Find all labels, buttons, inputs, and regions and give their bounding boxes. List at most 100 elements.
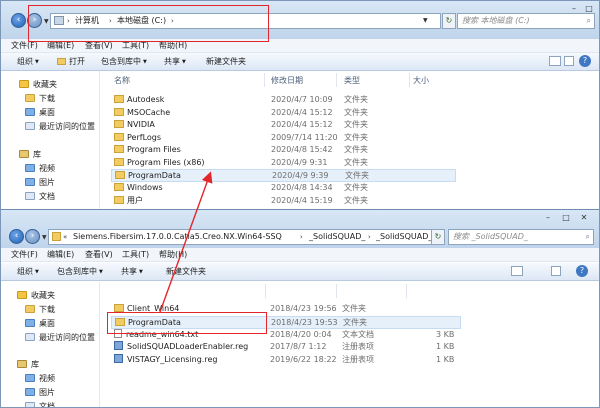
table-row[interactable]: 用户 2020/4/4 15:19 文件夹 [111, 195, 456, 207]
share-label: 共享 [164, 57, 180, 66]
table-row[interactable]: VISTAGY_Licensing.reg 2019/6/22 18:22 注册… [111, 354, 461, 366]
nav-documents[interactable]: 文档 [25, 401, 55, 407]
file-size: 1 KB [436, 355, 455, 364]
nav-downloads[interactable]: 下载 [25, 93, 55, 105]
table-row[interactable]: PerfLogs 2009/7/14 11:20 文件夹 [111, 132, 456, 144]
column-divider[interactable] [336, 284, 337, 298]
download-folder-icon [25, 94, 35, 102]
new-folder-button[interactable]: 新建文件夹 [166, 266, 206, 277]
table-row[interactable]: MSOCache 2020/4/4 15:12 文件夹 [111, 107, 456, 119]
file-name: 用户 [127, 196, 143, 205]
column-header-size[interactable]: 大小 [413, 75, 429, 87]
search-input[interactable]: 搜索 本地磁盘 (C:) ⌕ [457, 13, 595, 29]
open-button[interactable]: 打开 [57, 56, 85, 67]
help-icon[interactable]: ? [576, 265, 588, 277]
pictures-icon [25, 388, 35, 396]
table-row[interactable]: SolidSQUADLoaderEnabler.reg 2017/8/7 1:1… [111, 341, 461, 353]
new-folder-button[interactable]: 新建文件夹 [206, 56, 246, 67]
nav-desktop[interactable]: 桌面 [25, 318, 55, 330]
help-icon[interactable]: ? [579, 55, 591, 67]
menu-tools[interactable]: 工具(T) [122, 249, 149, 260]
table-row[interactable]: Program Files (x86) 2020/4/9 9:31 文件夹 [111, 157, 456, 169]
column-header-type[interactable]: 类型 [344, 75, 360, 87]
search-input[interactable]: 搜索 _SolidSQUAD_ ⌕ [448, 229, 594, 245]
organize-button[interactable]: 组织 ▼ [17, 56, 39, 68]
nav-favorites[interactable]: 收藏夹 [19, 79, 57, 91]
column-header-date[interactable]: 修改日期 [271, 75, 303, 87]
back-button[interactable]: ‹ [11, 13, 26, 28]
file-type: 文件夹 [344, 133, 368, 142]
back-button[interactable]: ‹ [9, 229, 24, 244]
file-date: 2020/4/9 9:31 [271, 158, 328, 167]
search-placeholder: 搜索 本地磁盘 (C:) [462, 16, 530, 25]
address-bar[interactable]: « Siemens.Fibersim.17.0.0.Catia5.Creo.NX… [48, 229, 443, 245]
nav-favorites[interactable]: 收藏夹 [17, 290, 55, 302]
minimize-icon[interactable]: – [567, 3, 581, 14]
pictures-icon [25, 178, 35, 186]
column-divider[interactable] [409, 73, 410, 87]
share-button[interactable]: 共享 ▼ [164, 56, 186, 68]
breadcrumb-siemens[interactable]: Siemens.Fibersim.17.0.0.Catia5.Creo.NX.W… [73, 231, 282, 243]
refresh-icon[interactable]: ↻ [431, 229, 445, 245]
nav-desktop[interactable]: 桌面 [25, 107, 55, 119]
view-options-icon[interactable] [511, 266, 523, 276]
nav-downloads[interactable]: 下载 [25, 304, 55, 316]
view-options-icon[interactable] [549, 56, 561, 66]
nav-pictures[interactable]: 图片 [25, 387, 55, 399]
navigation-pane: 收藏夹 下载 桌面 最近访问的位置 库 视频 图片 文档 [1, 71, 100, 209]
share-label: 共享 [121, 267, 137, 276]
menu-help[interactable]: 帮助(H) [159, 249, 187, 260]
nav-videos[interactable]: 视频 [25, 163, 55, 175]
file-name: ProgramData [128, 171, 181, 180]
nav-documents[interactable]: 文档 [25, 191, 55, 203]
explorer-window-solidsquad: ‹ › ▼ « Siemens.Fibersim.17.0.0.Catia5.C… [0, 209, 600, 408]
maximize-icon[interactable]: □ [582, 3, 596, 14]
history-dropdown-icon[interactable]: ▼ [42, 234, 47, 241]
column-header-name[interactable]: 名称 [114, 75, 130, 87]
column-divider[interactable] [264, 73, 265, 87]
close-icon[interactable]: ✕ [577, 212, 591, 223]
nav-desktop-label: 桌面 [39, 319, 55, 328]
share-button[interactable]: 共享 ▼ [121, 266, 143, 278]
nav-pictures[interactable]: 图片 [25, 177, 55, 189]
breadcrumb-solidsquad-1[interactable]: _SolidSQUAD_ [309, 231, 365, 243]
chevron-down-icon[interactable]: ▼ [423, 15, 428, 27]
nav-videos-label: 视频 [39, 374, 55, 383]
table-row[interactable]: Program Files 2020/4/8 15:42 文件夹 [111, 144, 456, 156]
folder-open-icon [57, 58, 66, 65]
column-divider[interactable] [265, 284, 266, 298]
column-divider[interactable] [336, 73, 337, 87]
nav-videos[interactable]: 视频 [25, 373, 55, 385]
table-row-selected[interactable]: ProgramData 2020/4/9 9:39 文件夹 [111, 169, 456, 182]
file-type: 注册表项 [342, 355, 374, 364]
file-date: 2009/7/14 11:20 [271, 133, 338, 142]
file-type: 文件夹 [344, 95, 368, 104]
nav-recent-places[interactable]: 最近访问的位置 [25, 121, 95, 133]
nav-libraries[interactable]: 库 [19, 149, 41, 161]
table-row[interactable]: Windows 2020/4/8 14:34 文件夹 [111, 182, 456, 194]
preview-pane-icon[interactable] [551, 266, 561, 276]
nav-libraries[interactable]: 库 [17, 359, 39, 371]
maximize-icon[interactable]: □ [559, 212, 573, 223]
column-divider[interactable] [406, 284, 407, 298]
chevron-down-icon: ▼ [143, 59, 147, 65]
menu-file[interactable]: 文件(F) [11, 249, 38, 260]
nav-recent-places[interactable]: 最近访问的位置 [25, 332, 95, 344]
table-row[interactable]: Autodesk 2020/4/7 10:09 文件夹 [111, 94, 456, 106]
organize-button[interactable]: 组织 ▼ [17, 266, 39, 278]
file-type: 文件夹 [342, 304, 366, 313]
minimize-icon[interactable]: – [541, 212, 555, 223]
file-date: 2018/4/23 19:53 [271, 318, 338, 327]
file-date: 2020/4/9 9:39 [272, 171, 329, 180]
include-library-button[interactable]: 包含到库中 ▼ [101, 56, 147, 68]
menu-edit[interactable]: 编辑(E) [47, 249, 74, 260]
nav-pictures-label: 图片 [39, 388, 55, 397]
forward-button[interactable]: › [25, 229, 40, 244]
nav-desktop-label: 桌面 [39, 108, 55, 117]
menu-view[interactable]: 查看(V) [85, 249, 113, 260]
preview-pane-icon[interactable] [564, 56, 574, 66]
include-library-button[interactable]: 包含到库中 ▼ [57, 266, 103, 278]
refresh-icon[interactable]: ↻ [442, 13, 456, 29]
table-row[interactable]: NVIDIA 2020/4/4 15:12 文件夹 [111, 119, 456, 131]
breadcrumb-solidsquad-2[interactable]: _SolidSQUAD_ [376, 231, 432, 243]
